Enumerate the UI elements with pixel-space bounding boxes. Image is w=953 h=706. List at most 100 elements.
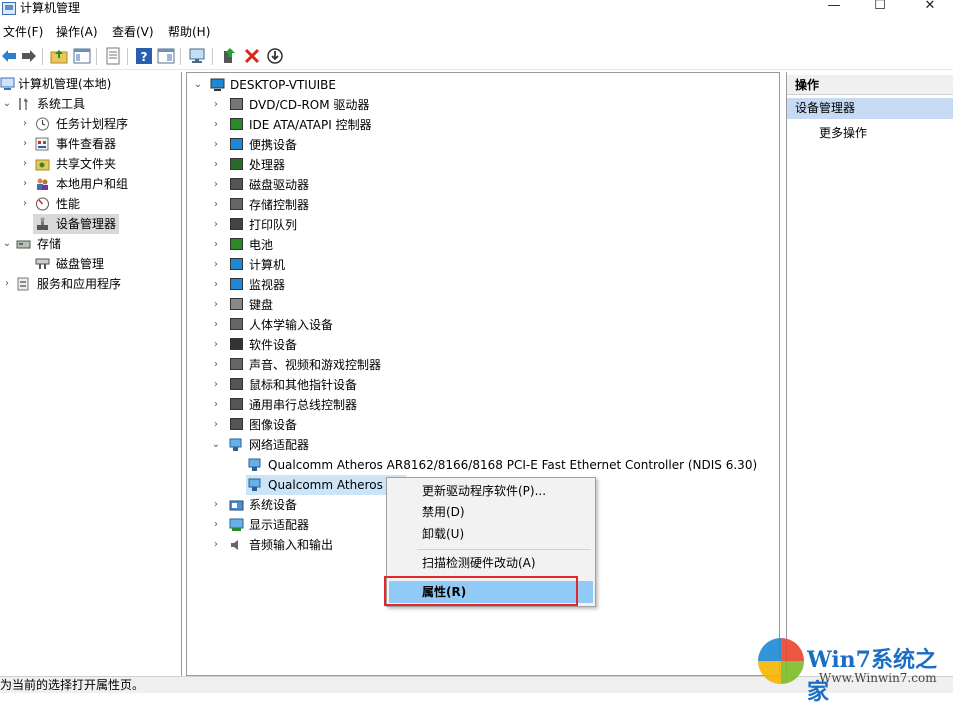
tree-item-performance[interactable]: › 性能 — [0, 194, 180, 214]
network-adapter-item[interactable]: Qualcomm Atheros AR8162/8166/8168 PCI-E … — [247, 455, 757, 475]
chevron-right-icon[interactable]: › — [20, 134, 30, 154]
device-category[interactable]: › 处理器 — [211, 155, 751, 175]
minimize-button[interactable]: — — [811, 0, 857, 20]
chevron-right-icon[interactable]: › — [211, 175, 221, 195]
device-category[interactable]: › 便携设备 — [211, 135, 751, 155]
tree-item-device-manager[interactable]: 设备管理器 — [33, 214, 119, 234]
ctx-disable[interactable]: 禁用(D) — [389, 501, 593, 523]
ctx-update-driver[interactable]: 更新驱动程序软件(P)... — [389, 480, 593, 502]
device-category-label: 人体学输入设备 — [249, 318, 334, 332]
monitor-scan-icon[interactable] — [188, 47, 206, 65]
chevron-right-icon[interactable]: › — [211, 155, 221, 175]
more-actions-link[interactable]: 更多操作 — [819, 123, 867, 143]
computer-management-icon — [0, 77, 15, 90]
chevron-right-icon[interactable]: › — [211, 375, 221, 395]
chevron-right-icon[interactable]: › — [211, 135, 221, 155]
device-category[interactable]: › 存储控制器 — [211, 195, 751, 215]
device-category-label: 计算机 — [249, 258, 286, 272]
forward-arrow-icon[interactable] — [20, 47, 38, 65]
tree-item-disk-management[interactable]: 磁盘管理 — [0, 254, 180, 274]
tree-item-event-viewer[interactable]: › 事件查看器 — [0, 134, 180, 154]
maximize-button[interactable]: ☐ — [857, 0, 903, 20]
menu-view[interactable]: 查看(V) — [112, 23, 154, 40]
chevron-right-icon[interactable]: › — [211, 355, 221, 375]
chevron-right-icon[interactable]: › — [211, 235, 221, 255]
device-category[interactable]: › 磁盘驱动器 — [211, 175, 751, 195]
tree-services[interactable]: › 服务和应用程序 — [0, 274, 180, 294]
chevron-down-icon[interactable]: ⌄ — [2, 94, 12, 114]
tree-item-shared-folders[interactable]: › 共享文件夹 — [0, 154, 180, 174]
device-category[interactable]: › 声音、视频和游戏控制器 — [211, 355, 751, 375]
device-category-network[interactable]: ⌄ 网络适配器 — [211, 435, 751, 455]
device-manager-icon — [37, 217, 48, 230]
device-category[interactable]: › IDE ATA/ATAPI 控制器 — [211, 115, 751, 135]
tree-item-label: 事件查看器 — [56, 137, 117, 151]
tree-item-task-scheduler[interactable]: › 任务计划程序 — [0, 114, 180, 134]
device-category[interactable]: › DVD/CD-ROM 驱动器 — [211, 95, 751, 115]
svg-text:?: ? — [141, 50, 148, 64]
show-hide-tree-icon[interactable] — [73, 47, 91, 65]
menu-file[interactable]: 文件(F) — [3, 23, 43, 40]
ctx-uninstall[interactable]: 卸载(U) — [389, 523, 593, 545]
tree-storage[interactable]: ⌄ 存储 — [0, 234, 180, 254]
help-icon[interactable]: ? — [135, 47, 153, 65]
print-queue-icon — [230, 218, 243, 230]
chevron-right-icon[interactable]: › — [211, 295, 221, 315]
chevron-right-icon[interactable]: › — [2, 274, 12, 294]
ctx-scan-hardware[interactable]: 扫描检测硬件改动(A) — [389, 552, 593, 574]
chevron-right-icon[interactable]: › — [211, 275, 221, 295]
actions-section-device-manager[interactable]: 设备管理器 — [787, 98, 953, 119]
chevron-right-icon[interactable]: › — [211, 315, 221, 335]
chevron-right-icon[interactable]: › — [20, 154, 30, 174]
chevron-down-icon[interactable]: ⌄ — [211, 435, 221, 455]
chevron-right-icon[interactable]: › — [20, 194, 30, 214]
chevron-right-icon[interactable]: › — [211, 515, 221, 535]
device-category-label: 存储控制器 — [249, 198, 310, 212]
tools-icon — [19, 98, 28, 110]
chevron-down-icon[interactable]: ⌄ — [193, 75, 203, 95]
chevron-right-icon[interactable]: › — [211, 535, 221, 555]
menu-action[interactable]: 操作(A) — [56, 23, 98, 40]
chevron-right-icon[interactable]: › — [211, 415, 221, 435]
chevron-right-icon[interactable]: › — [211, 215, 221, 235]
close-button[interactable]: ✕ — [907, 0, 953, 20]
download-circle-icon[interactable] — [266, 47, 284, 65]
device-category[interactable]: › 人体学输入设备 — [211, 315, 751, 335]
device-category[interactable]: › 鼠标和其他指针设备 — [211, 375, 751, 395]
chevron-right-icon[interactable]: › — [211, 395, 221, 415]
tree-services-label: 服务和应用程序 — [37, 277, 122, 291]
battery-icon — [230, 238, 243, 250]
network-adapter-label: Qualcomm Atheros AR8162/8166/8168 PCI-E … — [268, 458, 758, 472]
chevron-right-icon[interactable]: › — [211, 195, 221, 215]
device-category[interactable]: › 通用串行总线控制器 — [211, 395, 751, 415]
device-category[interactable]: › 计算机 — [211, 255, 751, 275]
device-tree-root[interactable]: ⌄ DESKTOP-VTIUIBE — [191, 75, 751, 95]
device-category[interactable]: › 电池 — [211, 235, 751, 255]
tree-item-local-users[interactable]: › 本地用户和组 — [0, 174, 180, 194]
chevron-right-icon[interactable]: › — [211, 335, 221, 355]
chevron-right-icon[interactable]: › — [211, 95, 221, 115]
menu-help[interactable]: 帮助(H) — [168, 23, 210, 40]
device-category[interactable]: › 软件设备 — [211, 335, 751, 355]
chevron-right-icon[interactable]: › — [211, 255, 221, 275]
properties-page-icon[interactable] — [104, 47, 122, 65]
up-folder-icon[interactable] — [50, 47, 68, 65]
chevron-right-icon[interactable]: › — [211, 115, 221, 135]
tree-system-tools[interactable]: ⌄ 系统工具 — [0, 94, 180, 114]
chevron-right-icon[interactable]: › — [211, 495, 221, 515]
monitor-icon — [230, 278, 243, 290]
device-category[interactable]: › 图像设备 — [211, 415, 751, 435]
network-adapter-item-selected[interactable]: Qualcomm Atheros A — [246, 475, 406, 495]
chevron-right-icon[interactable]: › — [20, 114, 30, 134]
chevron-right-icon[interactable]: › — [20, 174, 30, 194]
device-category[interactable]: › 键盘 — [211, 295, 751, 315]
view-pane-icon[interactable] — [157, 47, 175, 65]
device-category[interactable]: › 监视器 — [211, 275, 751, 295]
tree-root[interactable]: 计算机管理(本地) — [0, 74, 180, 94]
back-arrow-icon[interactable] — [0, 47, 18, 65]
chevron-down-icon[interactable]: ⌄ — [2, 234, 12, 254]
device-category[interactable]: › 打印队列 — [211, 215, 751, 235]
uninstall-x-icon[interactable] — [243, 47, 261, 65]
update-driver-icon[interactable] — [220, 47, 238, 65]
network-adapter-icon — [248, 458, 261, 471]
